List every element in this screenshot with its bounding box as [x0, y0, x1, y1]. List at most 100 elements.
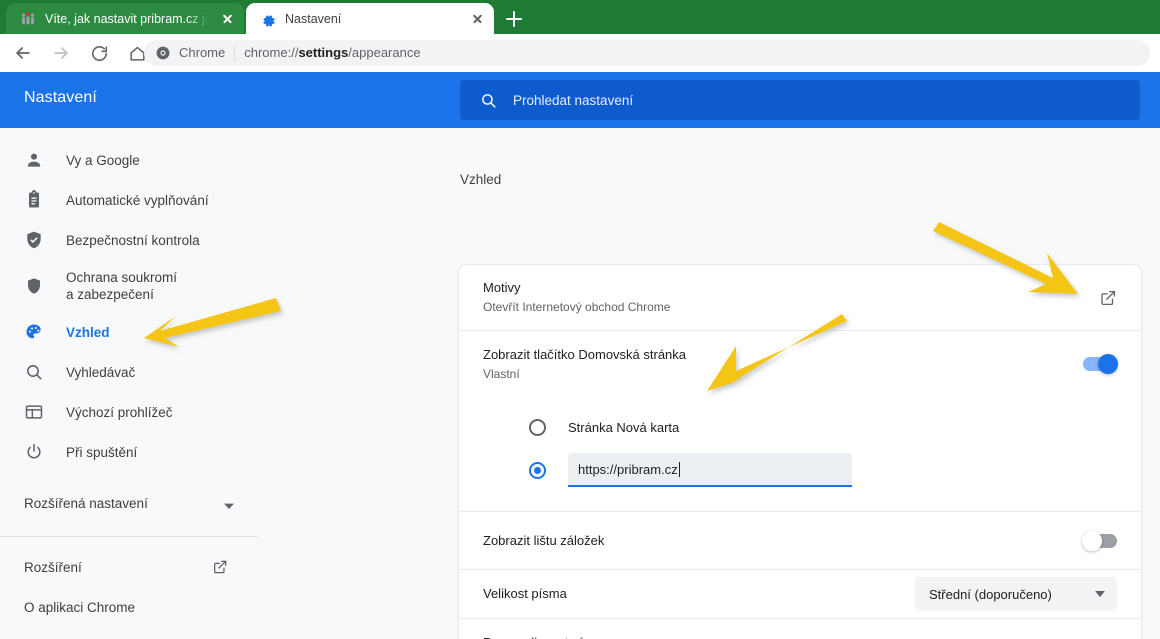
- themes-title: Motivy: [483, 280, 521, 295]
- external-link-icon: [212, 559, 228, 575]
- sidebar-divider: [0, 536, 258, 537]
- toggle-knob: [1082, 530, 1102, 551]
- address-bar[interactable]: Chrome chrome://settings/appearance: [144, 40, 1150, 66]
- omnibox-chip-label: Chrome: [179, 45, 226, 60]
- sidebar-item-label: Ochrana soukromí a zabezpečení: [66, 270, 178, 302]
- sidebar-item-label: Bezpečnostní kontrola: [66, 232, 200, 248]
- shield-icon: [24, 276, 44, 296]
- browser-window: Víte, jak nastavit pribram.cz jako Nasta…: [0, 0, 1160, 639]
- palette-icon: [24, 322, 44, 342]
- sidebar-item-rozsireni[interactable]: Rozšíření: [0, 547, 258, 587]
- back-arrow-icon[interactable]: [8, 38, 38, 68]
- reload-icon[interactable]: [84, 38, 114, 68]
- sidebar-advanced-label: Rozšířená nastavení: [24, 495, 148, 511]
- home-button-text: Zobrazit tlačítko Domovská stránka Vlast…: [483, 346, 1083, 383]
- tab-title: Nastavení: [285, 11, 342, 26]
- sidebar-item-vzhled[interactable]: Vzhled: [0, 312, 258, 352]
- sidebar-item-label: Vzhled: [66, 324, 110, 340]
- customize-fonts-row[interactable]: Personalizovat písma: [459, 619, 1141, 639]
- tab-pribram[interactable]: Víte, jak nastavit pribram.cz jako: [6, 3, 244, 34]
- settings-search-placeholder: Prohledat nastavení: [513, 92, 634, 108]
- appearance-card: Motivy Otevřít Internetový obchod Chrome…: [458, 264, 1142, 639]
- sidebar-item-bezpecnostni-kontrola[interactable]: Bezpečnostní kontrola: [0, 220, 258, 260]
- person-icon: [24, 150, 44, 170]
- sidebar-item-automaticke-vyplnovani[interactable]: Automatické vyplňování: [0, 180, 258, 220]
- font-size-value: Střední (doporučeno): [929, 586, 1052, 602]
- font-size-title: Velikost písma: [483, 586, 567, 601]
- themes-text: Motivy Otevřít Internetový obchod Chrome: [483, 279, 1099, 316]
- home-button-title: Zobrazit tlačítko Domovská stránka: [483, 346, 687, 362]
- url-prefix: chrome://: [244, 45, 299, 60]
- sidebar-item-label: O aplikaci Chrome: [24, 599, 136, 615]
- home-page-options: Stránka Nová karta https://pribram.cz: [459, 397, 1141, 512]
- section-title-vzhled: Vzhled: [460, 172, 502, 187]
- sidebar-item-o-aplikaci-chrome[interactable]: O aplikaci Chrome: [0, 587, 258, 627]
- sidebar-item-vychozi-prohlizec[interactable]: Výchozí prohlížeč: [0, 392, 258, 432]
- chrome-logo-icon: [156, 46, 170, 60]
- radio-new-tab-page[interactable]: [529, 418, 546, 436]
- home-button-row[interactable]: Zobrazit tlačítko Domovská stránka Vlast…: [459, 331, 1141, 397]
- bookmarks-bar-title: Zobrazit lištu záložek: [483, 532, 605, 548]
- sidebar-item-label: Při spuštění: [66, 444, 138, 460]
- omnibox-url: chrome://settings/appearance: [244, 46, 420, 60]
- themes-row[interactable]: Motivy Otevřít Internetový obchod Chrome: [459, 265, 1141, 331]
- settings-main: Vzhled Motivy Otevřít Internetový obchod…: [258, 128, 1160, 639]
- forward-arrow-icon[interactable]: [46, 38, 76, 68]
- bookmarks-bar-text: Zobrazit lištu záložek: [483, 532, 1083, 550]
- customize-fonts-text: Personalizovat písma: [483, 634, 1108, 639]
- bookmarks-bar-row[interactable]: Zobrazit lištu záložek: [459, 512, 1141, 570]
- external-link-icon[interactable]: [1099, 289, 1117, 307]
- radio-custom-url[interactable]: [529, 461, 546, 479]
- font-size-select[interactable]: Střední (doporučeno): [915, 577, 1117, 611]
- settings-page: Nastavení Prohledat nastavení Vy a Googl: [0, 72, 1160, 639]
- option-new-tab-page[interactable]: Stránka Nová karta: [483, 407, 1117, 447]
- browser-toolbar: Chrome chrome://settings/appearance: [0, 34, 1160, 72]
- chevron-down-icon: [1095, 591, 1105, 597]
- sidebar-item-label: Výchozí prohlížeč: [66, 404, 173, 420]
- custom-home-url-value: https://pribram.cz: [578, 461, 678, 477]
- themes-subtitle: Otevřít Internetový obchod Chrome: [483, 300, 671, 314]
- settings-search-box[interactable]: Prohledat nastavení: [460, 80, 1140, 120]
- new-tab-button[interactable]: [500, 6, 528, 32]
- option-custom-url[interactable]: https://pribram.cz: [483, 447, 1117, 493]
- shield-check-icon: [24, 230, 44, 250]
- option-label: Stránka Nová karta: [568, 419, 680, 435]
- gear-icon: [260, 11, 276, 27]
- chevron-down-icon: [224, 498, 234, 509]
- customize-fonts-title: Personalizovat písma: [483, 634, 1108, 639]
- people-logo-icon: [20, 11, 36, 27]
- sidebar-item-vy-a-google[interactable]: Vy a Google: [0, 140, 258, 180]
- url-bold: settings: [298, 45, 349, 60]
- search-icon: [24, 362, 44, 382]
- home-button-toggle[interactable]: [1083, 354, 1118, 374]
- settings-header: Nastavení Prohledat nastavení: [0, 72, 1160, 128]
- page-title: Nastavení: [24, 89, 97, 106]
- text-caret: [678, 461, 680, 477]
- settings-sidebar: Vy a Google Automatické vyplňování Bezpe…: [0, 128, 258, 639]
- tab-strip: Víte, jak nastavit pribram.cz jako Nasta…: [0, 0, 1160, 34]
- tab-title: Víte, jak nastavit pribram.cz jako: [45, 11, 209, 26]
- close-icon[interactable]: [218, 10, 236, 28]
- custom-home-url-input[interactable]: https://pribram.cz: [568, 453, 852, 487]
- sidebar-item-label: Vy a Google: [66, 152, 140, 168]
- search-icon: [480, 92, 497, 109]
- power-icon: [24, 442, 44, 462]
- font-size-text: Velikost písma: [483, 585, 915, 603]
- sidebar-item-ochrana-soukromi[interactable]: Ochrana soukromí a zabezpečení: [0, 260, 258, 312]
- bookmarks-bar-toggle[interactable]: [1082, 530, 1117, 551]
- sidebar-item-vyhledavac[interactable]: Vyhledávač: [0, 352, 258, 392]
- url-suffix: /appearance: [348, 45, 421, 60]
- toggle-knob: [1098, 354, 1118, 374]
- sidebar-item-label: Automatické vyplňování: [66, 192, 209, 208]
- tab-nastaveni[interactable]: Nastavení: [246, 3, 494, 34]
- omnibox-separator: [234, 45, 236, 61]
- browser-window-icon: [24, 402, 44, 422]
- home-button-subtitle: Vlastní: [483, 366, 520, 381]
- font-size-row[interactable]: Velikost písma Střední (doporučeno): [459, 570, 1141, 619]
- sidebar-advanced-toggle[interactable]: Rozšířená nastavení: [0, 482, 258, 524]
- sidebar-item-label: Vyhledávač: [66, 364, 136, 380]
- clipboard-icon: [24, 190, 44, 210]
- sidebar-item-label: Rozšíření: [24, 559, 82, 575]
- close-icon[interactable]: [468, 10, 486, 28]
- sidebar-item-pri-spusteni[interactable]: Při spuštění: [0, 432, 258, 472]
